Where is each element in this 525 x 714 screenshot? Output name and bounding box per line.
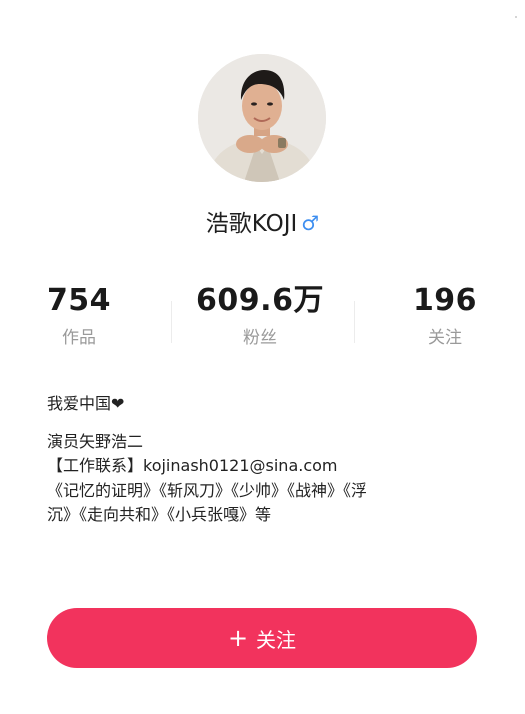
bio-line: 沉》《走向共和》《小兵张嘎》等 xyxy=(47,505,272,524)
profile-name: 浩歌KOJI xyxy=(205,211,298,237)
stat-following-value: 196 xyxy=(412,283,478,318)
bio-line: 《记忆的证明》《斩风刀》《少帅》《战神》《浮 xyxy=(47,480,368,500)
stat-works[interactable]: 754 作品 xyxy=(24,282,134,352)
bio-line: 【工作联系】kojinash0121@sina.com xyxy=(47,456,338,475)
stat-following[interactable]: 196 关注 xyxy=(390,282,500,352)
follow-button[interactable]: + 关注 xyxy=(47,608,477,668)
stat-fans-label: 粉丝 xyxy=(243,328,277,348)
stat-divider xyxy=(171,301,172,343)
profile-name-row: 浩歌KOJI ♂ xyxy=(0,207,525,240)
stat-fans[interactable]: 609.6万 粉丝 xyxy=(180,282,340,352)
stat-divider xyxy=(354,301,355,343)
follow-button-label: 关注 xyxy=(256,627,297,652)
stat-works-label: 作品 xyxy=(62,328,96,348)
stats-row: 754 作品 609.6万 粉丝 196 关注 xyxy=(0,282,525,356)
stat-following-label: 关注 xyxy=(428,328,462,348)
profile-card: 浩歌KOJI ♂ 754 作品 609.6万 粉丝 196 关注 我爱中国❤ 演员… xyxy=(0,0,525,714)
bio-line: 演员矢野浩二 xyxy=(47,431,144,451)
avatar-image xyxy=(198,54,326,182)
stat-fans-value: 609.6万 xyxy=(196,283,324,318)
profile-bio: 我爱中国❤ 演员矢野浩二 【工作联系】kojinash0121@sina.com… xyxy=(47,392,487,528)
corner-dot xyxy=(515,16,517,18)
plus-icon: + xyxy=(227,624,249,652)
male-gender-icon: ♂ xyxy=(301,211,320,235)
stat-works-value: 754 xyxy=(46,283,112,318)
avatar[interactable] xyxy=(198,54,326,182)
bio-line: 我爱中国❤ xyxy=(47,394,125,413)
